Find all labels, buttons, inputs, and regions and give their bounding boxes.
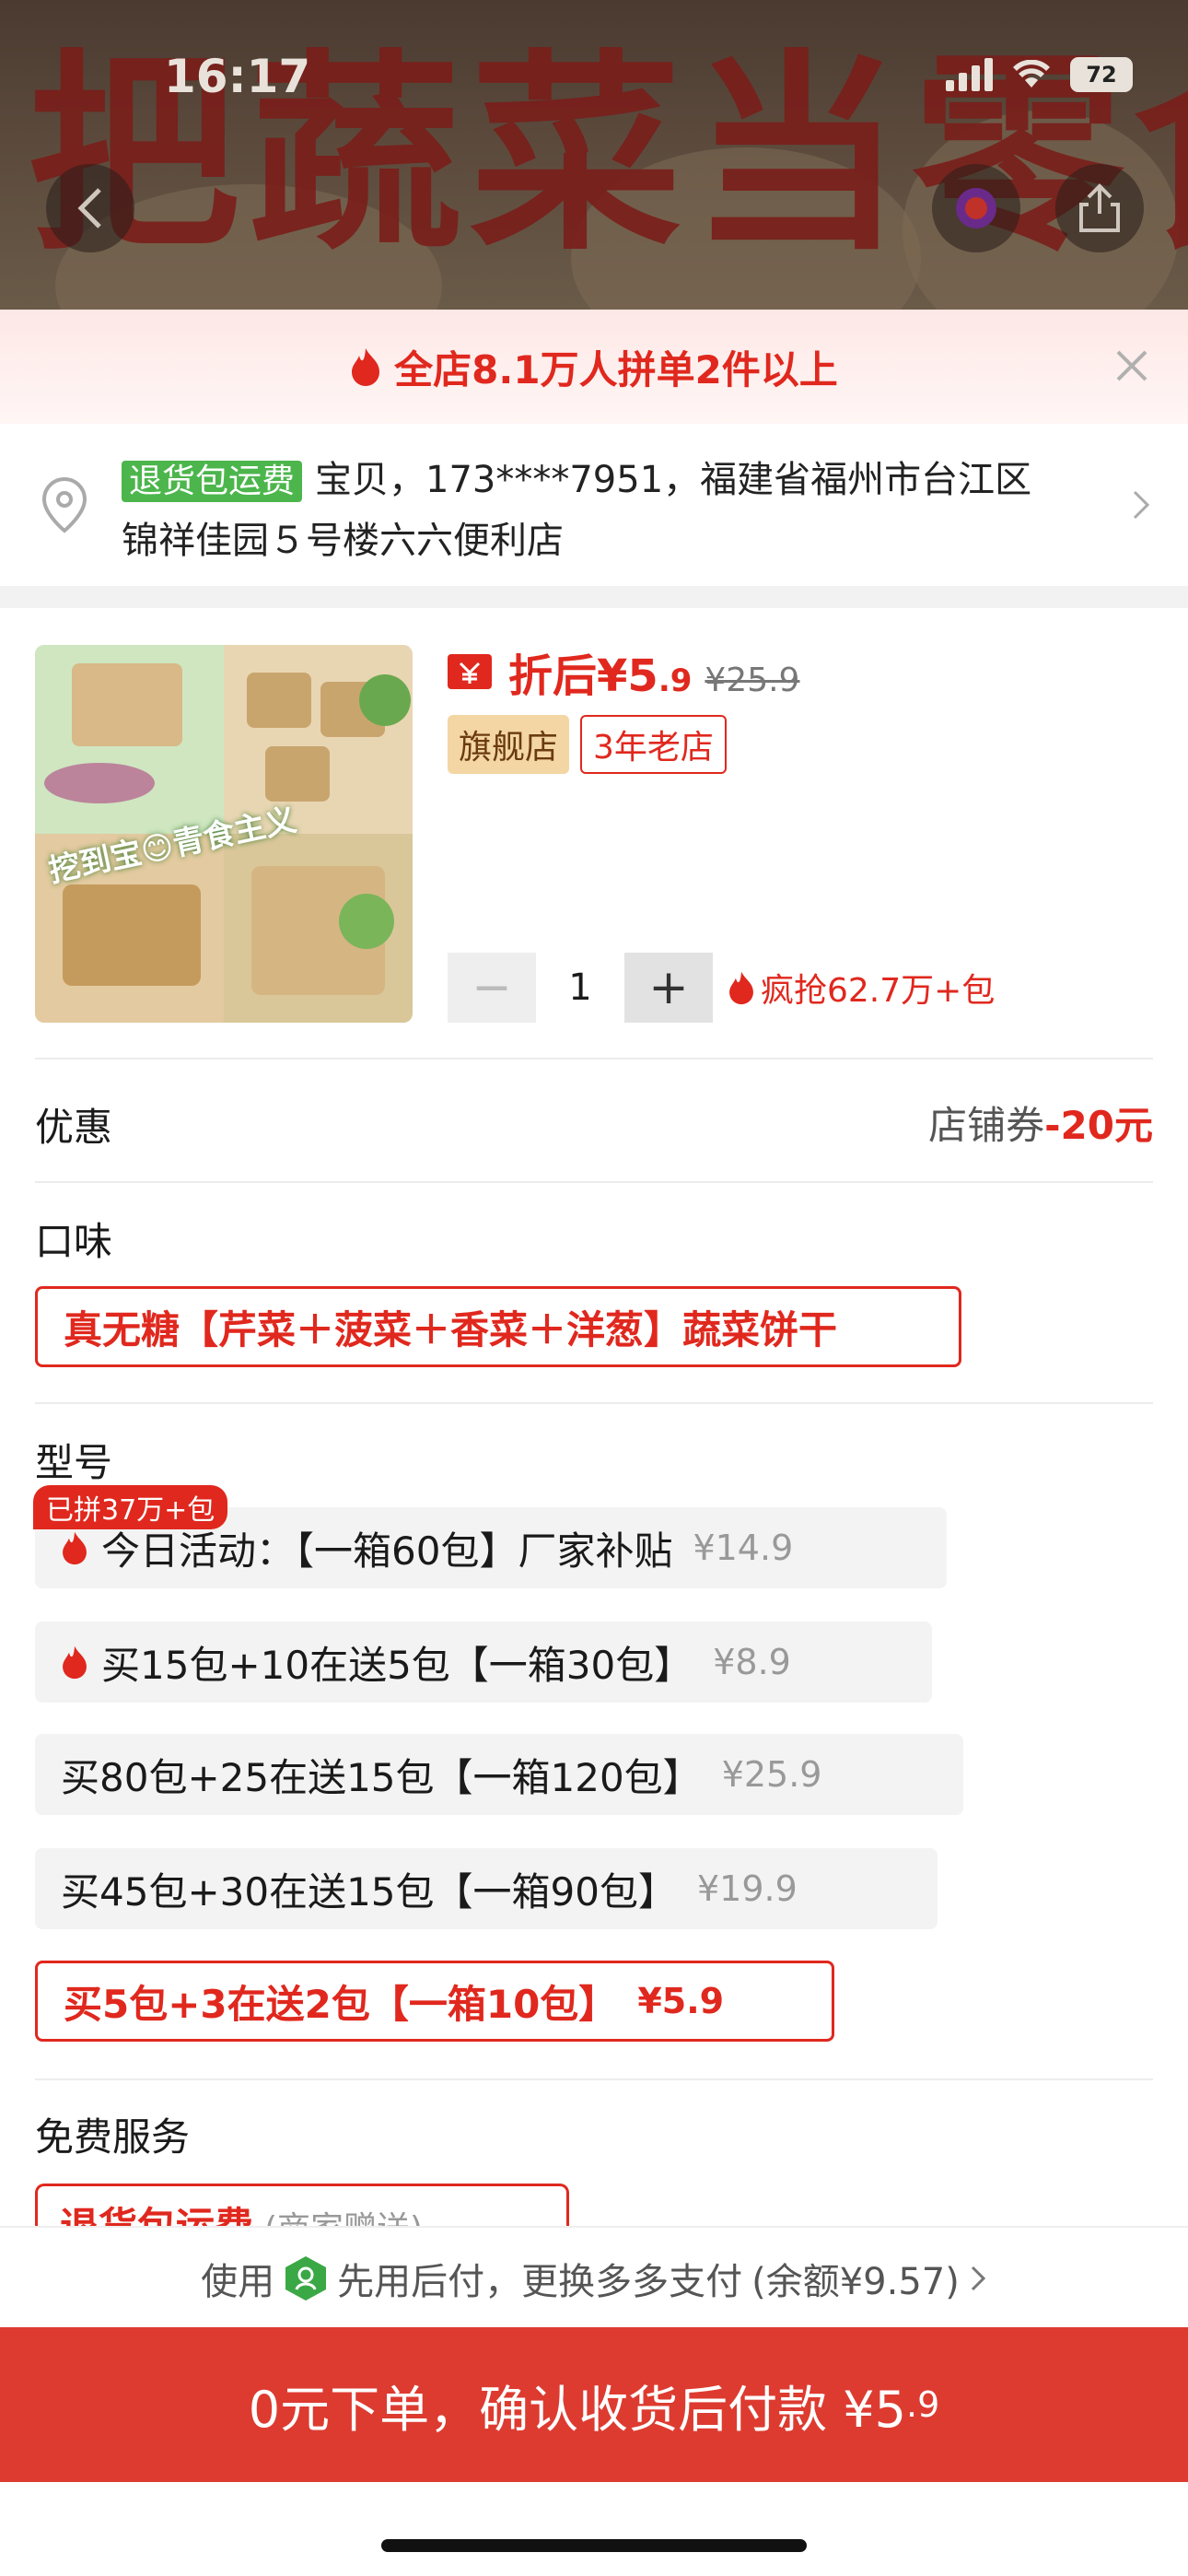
- discounted-price-decimal: .9: [658, 662, 693, 699]
- back-button[interactable]: [46, 164, 134, 252]
- coupon-value: -20元: [1044, 1103, 1153, 1148]
- coupon-ticket-icon: [448, 654, 492, 689]
- address-line-1: 退货包运费 宝贝，173****7951，福建省福州市台江区: [122, 450, 1116, 503]
- model-option[interactable]: 买45包+30在送15包【一箱90包】 ¥19.9: [35, 1848, 938, 1929]
- quantity-value[interactable]: 1: [536, 966, 624, 1009]
- section-divider: [0, 586, 1188, 608]
- model-option-price: ¥5.9: [637, 1981, 725, 2021]
- increment-button[interactable]: +: [624, 953, 713, 1023]
- share-button[interactable]: [1055, 164, 1144, 252]
- divider: [35, 1058, 1153, 1060]
- product-thumbnail[interactable]: 挖到宝😊青食主义: [35, 645, 413, 1023]
- banner-text: 把蔬菜当零食: [28, 33, 1188, 279]
- return-shipping-tag: 退货包运费: [122, 461, 303, 502]
- model-label: 型号: [35, 1440, 113, 1485]
- home-indicator[interactable]: [381, 2539, 807, 2552]
- decrement-button[interactable]: −: [448, 953, 536, 1023]
- divider: [35, 1181, 1153, 1183]
- flavor-option-selected[interactable]: 真无糖【芹菜＋菠菜＋香菜＋洋葱】蔬菜饼干: [35, 1286, 961, 1367]
- product-banner: 把蔬菜当零食: [0, 0, 1188, 310]
- fire-icon: [729, 971, 753, 1005]
- model-option[interactable]: 买15包+10在送5包【一箱30包】 ¥8.9: [35, 1622, 932, 1703]
- chevron-right-icon: [1133, 490, 1150, 520]
- model-option[interactable]: 买80包+25在送15包【一箱120包】 ¥25.9: [35, 1734, 963, 1815]
- chat-bubble-icon: [956, 188, 996, 228]
- payment-method-bar[interactable]: 使用 先用后付，更换多多支付 (余额¥9.57): [0, 2226, 1188, 2329]
- model-option-text: 买45包+30在送15包【一箱90包】: [61, 1868, 677, 1914]
- address-recipient: 宝贝，173****7951，福建省福州市台江区: [315, 459, 1032, 501]
- customer-service-button[interactable]: [932, 164, 1020, 252]
- model-option-selected[interactable]: 买5包+3在送2包【一箱10包】 ¥5.9: [35, 1961, 834, 2042]
- hot-sales: 疯抢62.7万+包: [728, 964, 995, 1012]
- model-option-text: 买80包+25在送15包【一箱120包】: [61, 1754, 702, 1800]
- coupon-text: 店铺券: [928, 1103, 1045, 1148]
- status-time: 16:17: [164, 50, 311, 103]
- divider: [35, 2078, 1153, 2080]
- model-option-price: ¥19.9: [696, 1868, 798, 1909]
- share-icon: [1079, 183, 1120, 232]
- discount-label: 优惠: [35, 1105, 113, 1150]
- hot-sales-text: 疯抢62.7万+包: [761, 972, 996, 1010]
- chevron-left-icon: [77, 188, 101, 228]
- place-order-decimal: .9: [905, 2384, 940, 2425]
- payment-use-text: 使用: [201, 2261, 275, 2303]
- joined-count-badge: 已拼37万+包: [33, 1485, 228, 1529]
- battery-icon: 72: [1070, 57, 1133, 92]
- payment-balance: (余额¥9.57): [751, 2261, 960, 2303]
- flavor-option-text: 真无糖【芹菜＋菠菜＋香菜＋洋葱】蔬菜饼干: [64, 1306, 838, 1352]
- flavor-label: 口味: [35, 1219, 113, 1264]
- location-pin-icon: [41, 476, 87, 533]
- model-option-text: 买5包+3在送2包【一箱10包】: [64, 1981, 618, 2027]
- original-price: ¥25.9: [705, 662, 800, 699]
- flagship-badge: 旗舰店: [448, 715, 570, 774]
- wifi-icon: [1013, 60, 1050, 88]
- model-option-price: ¥14.9: [693, 1528, 794, 1568]
- status-icons: 72: [946, 57, 1133, 92]
- payment-method-text: 先用后付，更换多多支付: [337, 2261, 743, 2303]
- group-buy-promo: 全店8.1万人拼单2件以上: [0, 310, 1188, 424]
- signal-icon: [946, 58, 993, 91]
- place-order-button[interactable]: 0元下单，确认收货后付款 ¥5.9: [0, 2327, 1188, 2482]
- chevron-right-icon: [971, 2266, 985, 2291]
- store-age-badge: 3年老店: [580, 715, 727, 774]
- store-coupon[interactable]: 店铺券-20元: [928, 1095, 1153, 1151]
- model-option-price: ¥25.9: [721, 1754, 822, 1795]
- close-icon[interactable]: [1109, 343, 1155, 389]
- services-label: 免费服务: [35, 2114, 191, 2160]
- model-option-text: 买15包+10在送5包【一箱30包】: [101, 1642, 693, 1688]
- divider: [35, 1402, 1153, 1404]
- quantity-stepper: − 1 + 疯抢62.7万+包: [448, 953, 995, 1023]
- store-badges: 旗舰店 3年老店: [448, 715, 727, 774]
- fire-icon: [352, 348, 380, 386]
- address-line-2: 锦祥佳园５号楼六六便利店: [122, 520, 564, 562]
- place-order-text: 0元下单，确认收货后付款 ¥5: [248, 2380, 906, 2439]
- price-row: 折后¥5 .9 ¥25.9: [448, 639, 799, 704]
- promo-text: 全店8.1万人拼单2件以上: [394, 346, 838, 392]
- fire-icon: [63, 1645, 87, 1680]
- pay-later-icon: [285, 2256, 327, 2301]
- fire-icon: [63, 1531, 87, 1565]
- discounted-price: 折后¥5: [508, 650, 658, 702]
- model-option-price: ¥8.9: [713, 1642, 791, 1682]
